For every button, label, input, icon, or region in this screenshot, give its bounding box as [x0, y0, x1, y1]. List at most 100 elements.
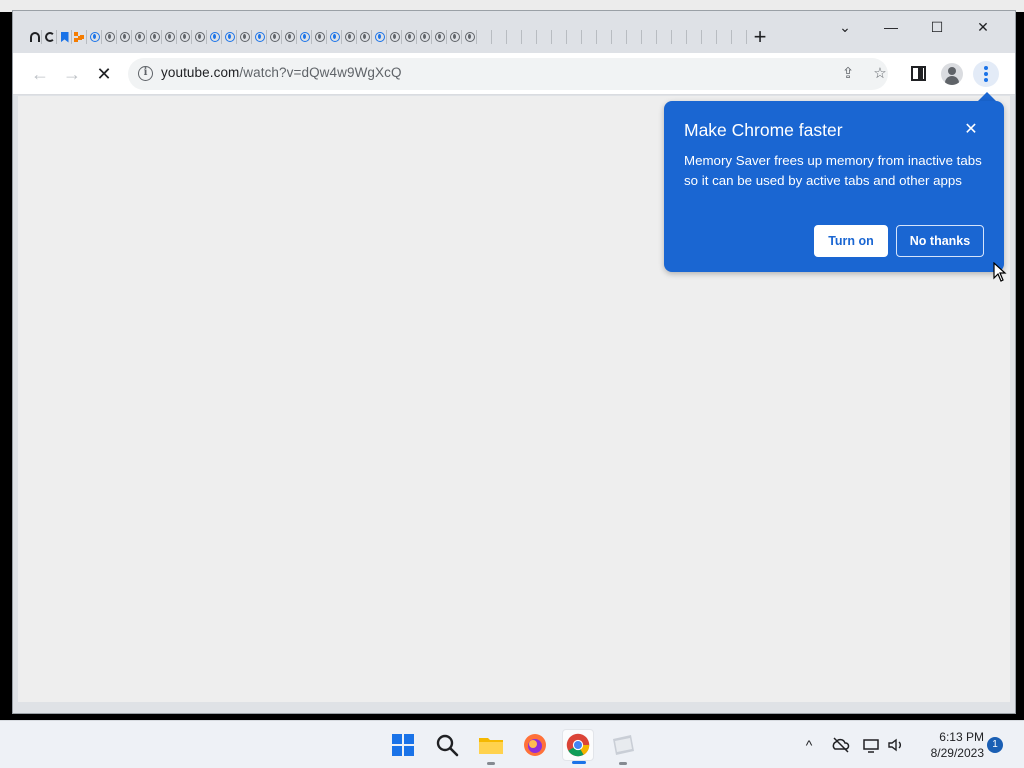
- browser-tab[interactable]: [537, 25, 552, 49]
- browser-tab[interactable]: [387, 25, 402, 49]
- browser-tab[interactable]: [417, 25, 432, 49]
- bookmark-star-icon[interactable]: ☆: [870, 64, 890, 84]
- globe-icon: [104, 32, 115, 42]
- address-bar[interactable]: i youtube.com/watch?v=dQw4w9WgXcQ ⇪ ☆: [128, 58, 888, 90]
- browser-tab[interactable]: [672, 25, 687, 49]
- promo-close-icon[interactable]: ✕: [961, 120, 981, 140]
- tab-search-button[interactable]: ⌄: [830, 17, 860, 37]
- stop-loading-button[interactable]: ✕: [94, 64, 114, 84]
- profile-avatar-icon[interactable]: [941, 63, 963, 85]
- browser-tab[interactable]: [402, 25, 417, 49]
- browser-tab[interactable]: [507, 25, 522, 49]
- browser-tab[interactable]: [702, 25, 717, 49]
- browser-tab[interactable]: [312, 25, 327, 49]
- side-panel-icon[interactable]: [911, 66, 926, 81]
- start-button[interactable]: [387, 729, 419, 761]
- onedrive-offline-icon[interactable]: [831, 735, 851, 755]
- browser-tab[interactable]: [222, 25, 237, 49]
- browser-tab[interactable]: [57, 25, 72, 49]
- globe-icon: [119, 32, 130, 42]
- browser-tab[interactable]: [177, 25, 192, 49]
- minimize-button[interactable]: —: [876, 17, 906, 37]
- browser-tab[interactable]: [357, 25, 372, 49]
- globe-icon: [344, 32, 355, 42]
- app-button[interactable]: [607, 729, 639, 765]
- browser-tab[interactable]: [192, 25, 207, 49]
- browser-tab[interactable]: [252, 25, 267, 49]
- browser-tab[interactable]: [297, 25, 312, 49]
- browser-tab[interactable]: [432, 25, 447, 49]
- chrome-menu-button[interactable]: [973, 61, 999, 87]
- new-tab-button[interactable]: +: [749, 26, 771, 49]
- browser-tab[interactable]: [237, 25, 252, 49]
- clock-date: 8/29/2023: [930, 746, 984, 760]
- browser-tab[interactable]: [267, 25, 282, 49]
- start-icon: [392, 734, 414, 756]
- browser-tab[interactable]: [117, 25, 132, 49]
- turn-on-button[interactable]: Turn on: [814, 225, 888, 257]
- browser-tab[interactable]: [492, 25, 507, 49]
- browser-tab[interactable]: [87, 25, 102, 49]
- browser-tab[interactable]: [162, 25, 177, 49]
- close-window-button[interactable]: ✕: [968, 17, 998, 37]
- search-icon: [436, 734, 459, 757]
- browser-tab[interactable]: [72, 25, 87, 49]
- browser-tab[interactable]: [732, 25, 747, 49]
- firefox-icon: [524, 734, 546, 756]
- network-icon[interactable]: [862, 735, 882, 755]
- forward-button[interactable]: →: [62, 64, 82, 84]
- browser-tab[interactable]: [612, 25, 627, 49]
- browser-tab[interactable]: [342, 25, 357, 49]
- globe-icon: [359, 32, 370, 42]
- browser-tab[interactable]: [642, 25, 657, 49]
- browser-tab[interactable]: [687, 25, 702, 49]
- show-hidden-icons-chevron-icon[interactable]: ^: [799, 735, 819, 755]
- browser-tab[interactable]: [477, 25, 492, 49]
- globe-icon: [419, 32, 430, 42]
- browser-tab[interactable]: [27, 25, 42, 49]
- globe-blue-icon: [329, 32, 340, 42]
- browser-tab[interactable]: [597, 25, 612, 49]
- browser-tab[interactable]: [582, 25, 597, 49]
- browser-tab[interactable]: [717, 25, 732, 49]
- memory-saver-promo: Make Chrome faster ✕ Memory Saver frees …: [664, 101, 1004, 272]
- globe-icon: [179, 32, 190, 42]
- globe-icon: [434, 32, 445, 42]
- browser-tab[interactable]: [102, 25, 117, 49]
- browser-tab[interactable]: [627, 25, 642, 49]
- notification-badge[interactable]: 1: [987, 737, 1003, 753]
- browser-tab[interactable]: [327, 25, 342, 49]
- browser-tab[interactable]: [657, 25, 672, 49]
- orange-puzzle-icon: [74, 31, 85, 43]
- browser-tab[interactable]: [207, 25, 222, 49]
- no-thanks-button[interactable]: No thanks: [896, 225, 984, 257]
- browser-tab[interactable]: [147, 25, 162, 49]
- browser-tab[interactable]: [447, 25, 462, 49]
- firefox-button[interactable]: [519, 729, 551, 761]
- globe-blue-icon: [299, 32, 310, 42]
- globe-icon: [194, 32, 205, 42]
- file-explorer-button[interactable]: [475, 729, 507, 765]
- back-button[interactable]: ←: [30, 64, 50, 84]
- url-text[interactable]: youtube.com/watch?v=dQw4w9WgXcQ: [161, 65, 402, 80]
- taskbar-clock[interactable]: 6:13 PM 8/29/2023: [914, 729, 984, 761]
- reload-icon: [44, 32, 55, 42]
- globe-blue-icon: [89, 32, 100, 42]
- maximize-button[interactable]: ☐: [922, 17, 952, 37]
- browser-tab[interactable]: [522, 25, 537, 49]
- browser-tab[interactable]: [132, 25, 147, 49]
- globe-icon: [149, 32, 160, 42]
- browser-tab[interactable]: [552, 25, 567, 49]
- volume-icon[interactable]: [886, 735, 906, 755]
- share-icon[interactable]: ⇪: [838, 64, 858, 84]
- bookmark-icon: [60, 31, 69, 43]
- chrome-button[interactable]: [562, 729, 594, 764]
- site-info-icon[interactable]: i: [138, 66, 153, 81]
- tab-strip: + ⌄ — ☐ ✕: [13, 11, 1015, 53]
- taskbar-search-button[interactable]: [431, 729, 463, 761]
- browser-tab[interactable]: [567, 25, 582, 49]
- browser-tab[interactable]: [462, 25, 477, 49]
- browser-tab[interactable]: [372, 25, 387, 49]
- browser-tab[interactable]: [282, 25, 297, 49]
- browser-tab[interactable]: [42, 25, 57, 49]
